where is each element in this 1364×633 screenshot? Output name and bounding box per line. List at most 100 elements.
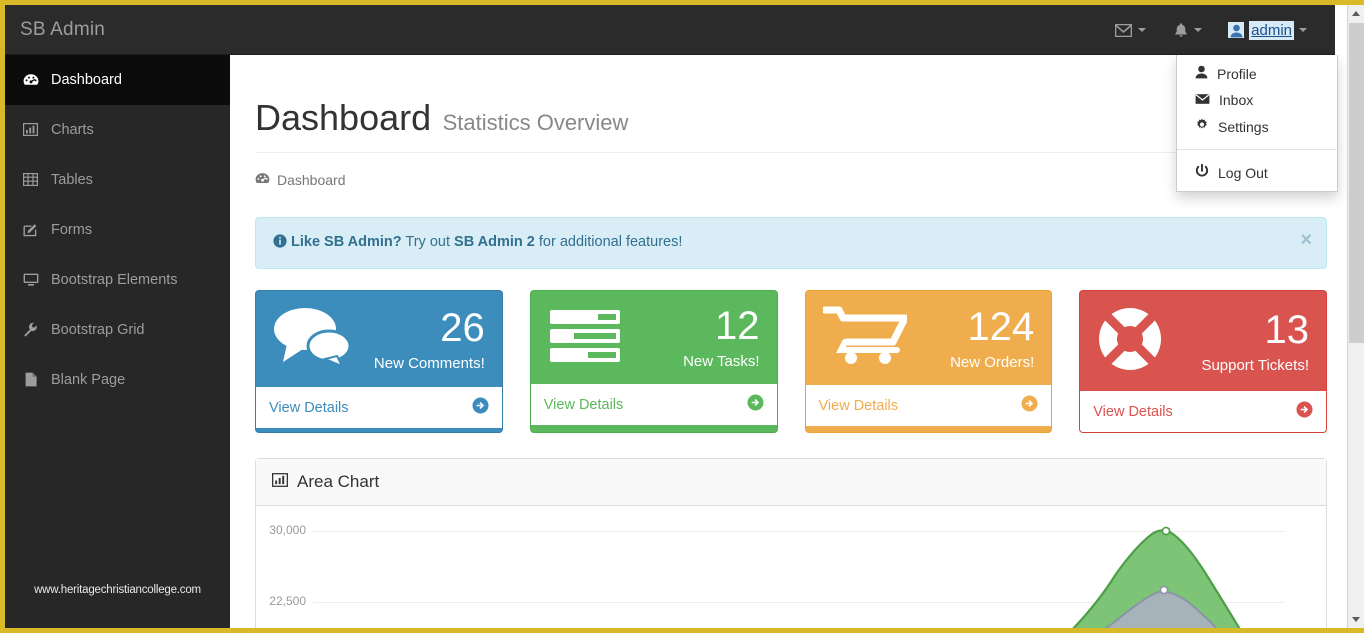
gear-icon xyxy=(1195,118,1209,135)
tasks-icon xyxy=(548,307,622,370)
sidebar-item-tables[interactable]: Tables xyxy=(5,155,230,205)
series-b-point xyxy=(1159,585,1169,595)
sidebar-item-bootstrap-grid[interactable]: Bootstrap Grid xyxy=(5,305,230,355)
arrow-circle-right-icon xyxy=(747,394,764,415)
dropdown-item-logout[interactable]: Log Out xyxy=(1177,159,1337,186)
sidebar-item-label: Bootstrap Grid xyxy=(51,321,145,338)
caret-down-icon xyxy=(1138,28,1147,32)
stat-panel-text: 26 New Comments! xyxy=(374,308,485,372)
arrow-circle-right-icon xyxy=(1021,395,1038,416)
user-menu-toggle[interactable]: admin xyxy=(1216,5,1317,55)
stat-panel-number: 26 xyxy=(440,305,485,350)
alert-text-1: Try out xyxy=(401,234,455,250)
info-alert: Like SB Admin? Try out SB Admin 2 for ad… xyxy=(255,217,1327,269)
sidebar-item-forms[interactable]: Forms xyxy=(5,205,230,255)
dropdown-item-label: Log Out xyxy=(1218,164,1268,181)
top-navbar: SB Admin admin xyxy=(5,5,1335,55)
sidebar-item-label: Blank Page xyxy=(51,371,126,388)
user-menu-label: admin xyxy=(1249,20,1294,40)
stat-panel-label: Support Tickets! xyxy=(1201,356,1309,374)
power-off-icon xyxy=(1195,163,1209,181)
envelope-icon xyxy=(1115,23,1133,37)
sidebar-item-label: Tables xyxy=(51,171,93,188)
sidebar: Dashboard Charts Tables Forms Bootstrap … xyxy=(5,55,230,628)
scrollbar-down-button[interactable] xyxy=(1348,611,1364,628)
area-chart-title: Area Chart xyxy=(297,472,380,491)
envelope-icon xyxy=(1195,92,1210,108)
stat-panels-row: 26 New Comments! View Details 12 New Tas… xyxy=(255,290,1327,433)
stat-panel-footer-orders[interactable]: View Details xyxy=(805,385,1052,426)
stat-panel-text: 124 New Orders! xyxy=(950,307,1034,371)
area-chart-heading: Area Chart xyxy=(256,459,1326,506)
alert-text-2: for additional features! xyxy=(534,234,683,250)
dropdown-item-settings[interactable]: Settings xyxy=(1177,113,1337,140)
stat-panel-footer-comments[interactable]: View Details xyxy=(256,387,502,428)
sidebar-item-bootstrap-elements[interactable]: Bootstrap Elements xyxy=(5,255,230,305)
dropdown-divider xyxy=(1177,149,1337,150)
stat-panel-text: 12 New Tasks! xyxy=(683,306,759,370)
comments-icon xyxy=(273,306,352,373)
page-title: Dashboard xyxy=(255,97,432,138)
chevron-up-icon xyxy=(1352,11,1360,16)
user-icon xyxy=(1228,22,1245,38)
vertical-scrollbar[interactable] xyxy=(1347,5,1364,628)
stat-panel-text: 13 Support Tickets! xyxy=(1201,310,1309,374)
dropdown-item-profile[interactable]: Profile xyxy=(1177,60,1337,87)
stat-panel-tasks[interactable]: 12 New Tasks! View Details xyxy=(529,290,778,433)
stat-panel-label: New Orders! xyxy=(950,353,1035,371)
bell-icon xyxy=(1174,22,1188,38)
scrollbar-up-button[interactable] xyxy=(1348,5,1364,22)
bar-chart-icon xyxy=(22,123,39,136)
scrollbar-thumb[interactable] xyxy=(1349,23,1364,343)
page-subtitle: Statistics Overview xyxy=(442,110,629,135)
stat-panel-comments[interactable]: 26 New Comments! View Details xyxy=(255,290,503,433)
chevron-down-icon xyxy=(1352,617,1360,622)
stat-panel-body: 12 New Tasks! xyxy=(531,291,777,384)
stat-panel-number: 13 xyxy=(1264,307,1310,352)
sidebar-item-label: Forms xyxy=(51,221,93,238)
desktop-icon xyxy=(22,273,39,286)
messages-dropdown-toggle[interactable] xyxy=(1101,5,1160,55)
alert-close-button[interactable]: × xyxy=(1300,230,1312,250)
area-chart-panel: Area Chart 30,000 22,500 xyxy=(255,458,1327,628)
sidebar-item-charts[interactable]: Charts xyxy=(5,105,230,155)
stat-panel-support[interactable]: 13 Support Tickets! View Details xyxy=(1079,290,1327,433)
view-details-label: View Details xyxy=(1093,403,1173,420)
series-a-point xyxy=(1161,526,1171,536)
shopping-cart-icon xyxy=(821,306,908,371)
caret-down-icon xyxy=(1194,28,1203,32)
sidebar-item-label: Bootstrap Elements xyxy=(51,271,178,288)
file-icon xyxy=(22,372,39,387)
site-watermark: www.heritagechristiancollege.com xyxy=(34,584,201,596)
area-chart-canvas[interactable]: 30,000 22,500 xyxy=(256,506,1326,628)
user-icon xyxy=(1195,65,1208,82)
view-details-label: View Details xyxy=(269,399,349,416)
dropdown-item-inbox[interactable]: Inbox xyxy=(1177,87,1337,113)
alert-strong-1: Like SB Admin? xyxy=(291,234,402,250)
stat-panel-number: 12 xyxy=(715,304,760,348)
sidebar-item-label: Charts xyxy=(51,121,94,138)
stat-panel-footer-support[interactable]: View Details xyxy=(1080,391,1326,432)
sidebar-item-blank-page[interactable]: Blank Page xyxy=(5,355,230,405)
stat-panel-body: 124 New Orders! xyxy=(806,291,1052,385)
stat-panel-number: 124 xyxy=(967,304,1035,349)
dropdown-item-label: Inbox xyxy=(1219,92,1254,108)
user-dropdown-menu: Profile Inbox Settings Log Out xyxy=(1176,55,1338,192)
stat-panel-footer-tasks[interactable]: View Details xyxy=(530,384,777,425)
stat-panel-body: 26 New Comments! xyxy=(256,291,502,387)
tachometer-icon xyxy=(22,73,39,87)
stat-panel-label: New Tasks! xyxy=(683,353,760,370)
view-details-label: View Details xyxy=(543,396,624,413)
alerts-dropdown-toggle[interactable] xyxy=(1160,5,1216,55)
info-circle-icon xyxy=(273,234,287,252)
stat-panel-orders[interactable]: 124 New Orders! View Details xyxy=(804,290,1053,433)
sidebar-item-label: Dashboard xyxy=(51,71,122,88)
sidebar-item-dashboard[interactable]: Dashboard xyxy=(5,55,230,105)
main-content: Dashboard Statistics Overview Dashboard … xyxy=(230,55,1335,628)
stat-panel-label: New Comments! xyxy=(373,354,485,372)
page-header: Dashboard Statistics Overview xyxy=(255,97,1327,153)
breadcrumb: Dashboard xyxy=(255,172,1335,188)
brand-link[interactable]: SB Admin xyxy=(20,5,105,55)
navbar-right-group: admin xyxy=(1101,5,1317,55)
stat-panel-body: 13 Support Tickets! xyxy=(1080,291,1326,391)
